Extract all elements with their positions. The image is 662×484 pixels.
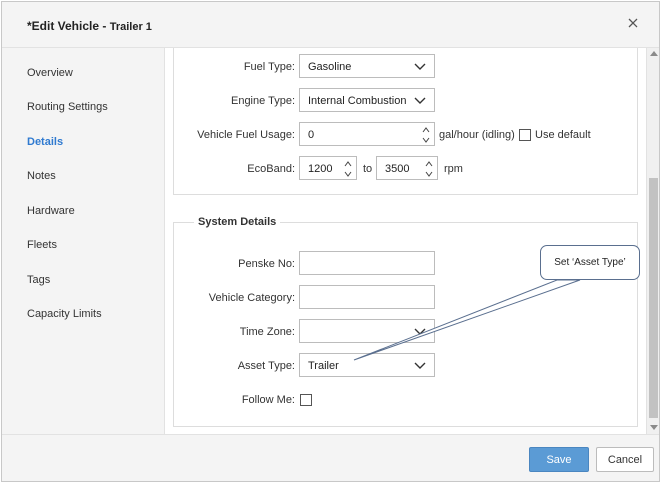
engine-type-label: Engine Type: <box>230 95 295 107</box>
spinner-arrows-icon[interactable] <box>421 125 431 145</box>
fuel-type-select[interactable]: Gasoline <box>299 54 435 78</box>
fuel-type-value: Gasoline <box>308 61 352 73</box>
ecoband-unit: rpm <box>444 163 463 175</box>
asset-type-select[interactable]: Trailer <box>299 353 435 377</box>
sidebar-item-overview[interactable]: Overview <box>27 67 73 79</box>
asset-type-value: Trailer <box>308 360 339 372</box>
ecoband-to-label: to <box>363 163 373 175</box>
save-button[interactable]: Save <box>529 447 589 472</box>
chevron-down-icon <box>414 63 426 70</box>
penske-no-input[interactable] <box>299 251 435 275</box>
sidebar-item-tags[interactable]: Tags <box>27 274 50 286</box>
engine-type-select[interactable]: Internal Combustion <box>299 88 435 112</box>
follow-me-checkbox[interactable] <box>300 394 312 406</box>
fuel-usage-value: 0 <box>308 129 315 141</box>
sidebar-item-details[interactable]: Details <box>27 136 63 148</box>
sidebar-item-capacity-limits[interactable]: Capacity Limits <box>27 308 102 320</box>
time-zone-select[interactable] <box>299 319 435 343</box>
fuel-usage-unit: gal/hour (idling) <box>439 129 515 141</box>
chevron-down-icon <box>414 97 426 104</box>
fuel-panel: Fuel Type: Gasoline Engine Type: Interna… <box>173 48 638 195</box>
annotation-callout: Set ‘Asset Type’ <box>540 245 640 280</box>
system-details-title: System Details <box>194 216 281 228</box>
scroll-down-icon[interactable] <box>650 425 658 431</box>
ecoband-max-stepper[interactable]: 3500 <box>376 156 438 180</box>
asset-type-label: Asset Type: <box>237 360 295 372</box>
fuel-type-label: Fuel Type: <box>243 61 295 73</box>
dialog-title: *Edit Vehicle - Trailer 1 <box>27 19 152 33</box>
ecoband-min-stepper[interactable]: 1200 <box>299 156 357 180</box>
time-zone-label: Time Zone: <box>239 326 295 338</box>
content-scrollbar[interactable] <box>646 48 659 434</box>
use-default-label: Use default <box>535 129 591 141</box>
edit-vehicle-dialog: *Edit Vehicle - Trailer 1 Overview Routi… <box>1 1 660 482</box>
ecoband-max-value: 3500 <box>385 163 410 175</box>
fuel-usage-label: Vehicle Fuel Usage: <box>197 129 295 141</box>
details-content: Fuel Type: Gasoline Engine Type: Interna… <box>166 48 646 434</box>
close-icon[interactable] <box>625 15 641 31</box>
chevron-down-icon <box>414 328 426 335</box>
dialog-header: *Edit Vehicle - Trailer 1 <box>2 2 659 48</box>
sidebar-item-routing-settings[interactable]: Routing Settings <box>27 101 108 113</box>
scroll-thumb[interactable] <box>649 178 658 418</box>
ecoband-min-value: 1200 <box>308 163 333 175</box>
use-default-checkbox[interactable] <box>519 129 531 141</box>
spinner-arrows-icon[interactable] <box>424 159 434 179</box>
vehicle-category-label: Vehicle Category: <box>208 292 295 304</box>
sidebar-item-hardware[interactable]: Hardware <box>27 205 75 217</box>
follow-me-label: Follow Me: <box>241 394 295 406</box>
callout-text: Set ‘Asset Type’ <box>554 257 626 268</box>
penske-no-label: Penske No: <box>238 258 295 270</box>
spinner-arrows-icon[interactable] <box>343 159 353 179</box>
vehicle-category-input[interactable] <box>299 285 435 309</box>
sidebar-item-notes[interactable]: Notes <box>27 170 56 182</box>
chevron-down-icon <box>414 362 426 369</box>
cancel-button[interactable]: Cancel <box>596 447 654 472</box>
engine-type-value: Internal Combustion <box>308 95 407 107</box>
sidebar-item-fleets[interactable]: Fleets <box>27 239 57 251</box>
ecoband-label: EcoBand: <box>247 163 295 175</box>
dialog-footer: Save Cancel <box>2 434 659 481</box>
fuel-usage-stepper[interactable]: 0 <box>299 122 435 146</box>
vehicle-name: Trailer 1 <box>109 21 152 33</box>
sidebar-nav: Overview Routing Settings Details Notes … <box>2 48 165 434</box>
dialog-title-prefix: *Edit Vehicle - <box>27 19 110 33</box>
scroll-up-icon[interactable] <box>650 50 658 56</box>
